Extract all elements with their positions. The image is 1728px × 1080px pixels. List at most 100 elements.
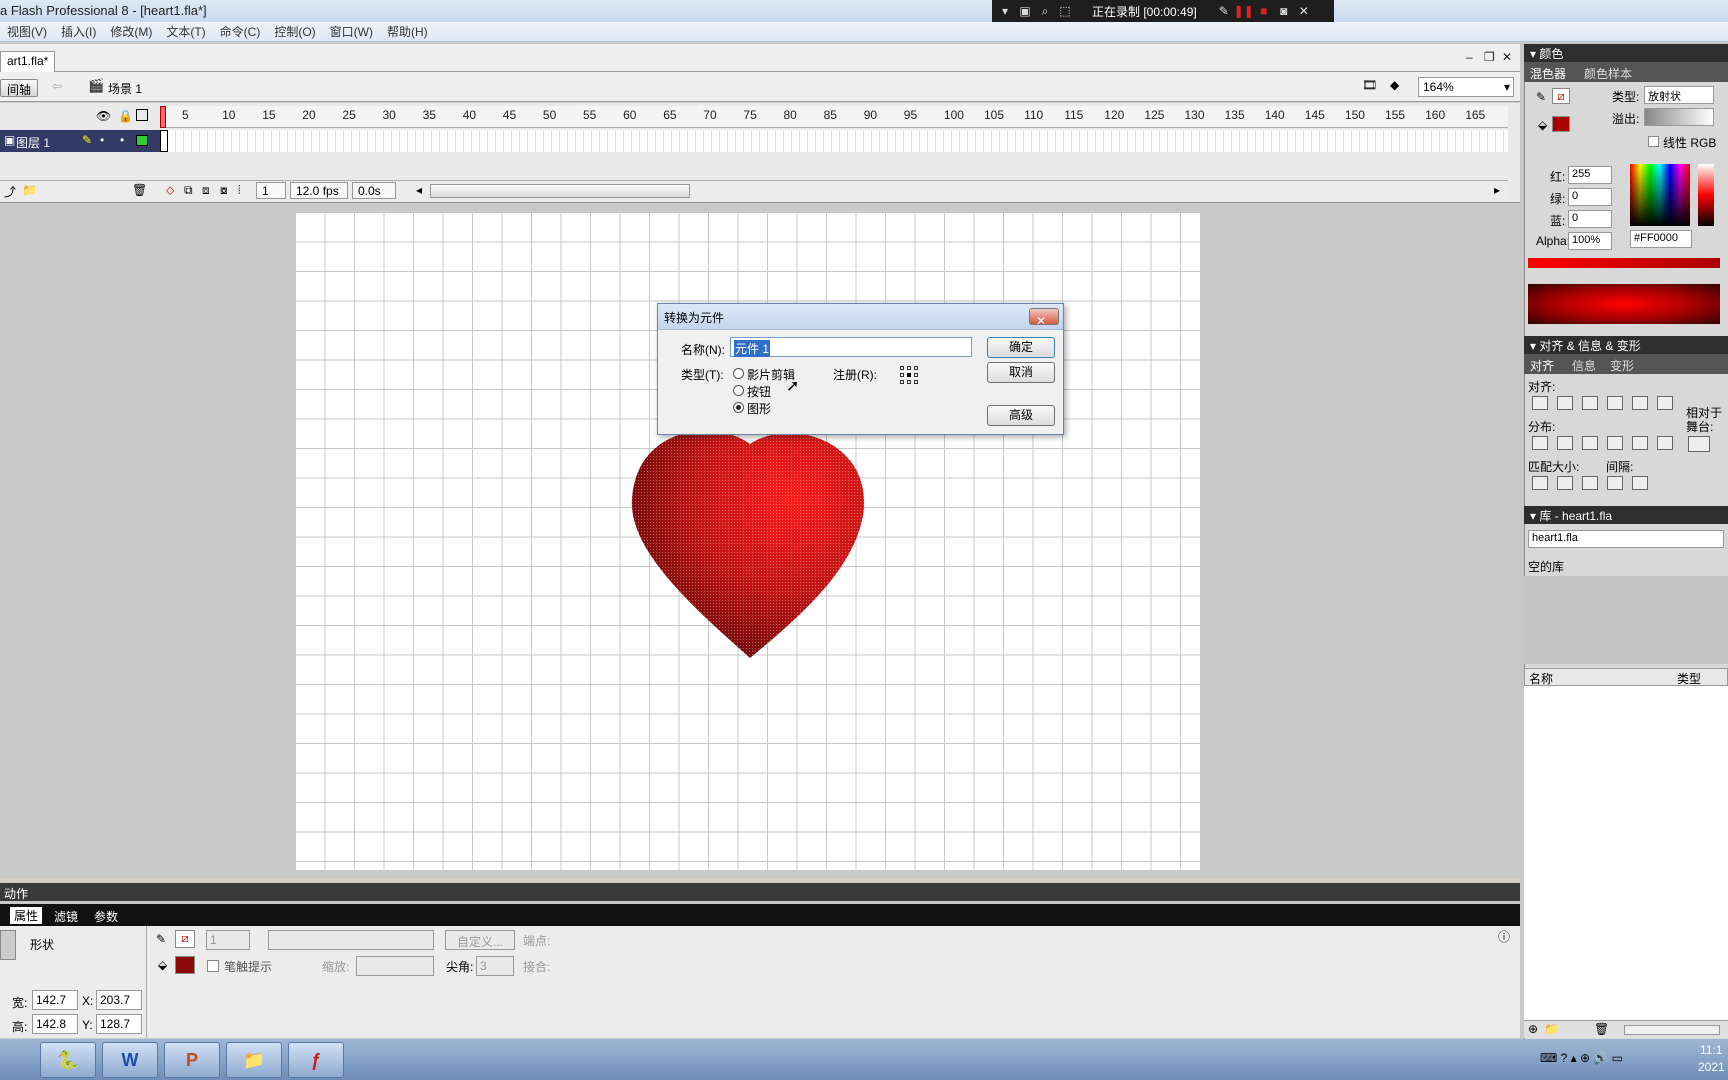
trash-icon[interactable]: 🗑 bbox=[132, 183, 147, 197]
timeline-scrollbar[interactable] bbox=[430, 184, 690, 198]
height-field[interactable]: 142.8 bbox=[32, 1014, 78, 1034]
width-field[interactable]: 142.7 bbox=[32, 990, 78, 1010]
match-width-icon[interactable] bbox=[1532, 476, 1548, 490]
tab-properties[interactable]: 属性 bbox=[10, 907, 43, 924]
onion-outline-icon[interactable]: ⧈ bbox=[202, 183, 210, 198]
add-folder-icon[interactable]: 📁 bbox=[22, 183, 37, 197]
center-frame-icon[interactable]: ⬦ bbox=[166, 183, 174, 198]
menu-commands[interactable]: 命令(C) bbox=[213, 23, 268, 40]
align-right-icon[interactable] bbox=[1582, 396, 1598, 410]
stroke-height-field[interactable]: 1 bbox=[206, 930, 250, 950]
stop-icon[interactable]: ■ bbox=[1257, 4, 1271, 18]
blue-field[interactable]: 0 bbox=[1568, 210, 1612, 228]
playhead[interactable] bbox=[160, 106, 166, 128]
layer-name[interactable]: 图层 1 bbox=[16, 134, 50, 151]
onion-markers-icon[interactable]: ⦙ bbox=[238, 183, 241, 198]
match-height-icon[interactable] bbox=[1557, 476, 1573, 490]
document-tab[interactable]: art1.fla* bbox=[0, 51, 56, 72]
menu-help[interactable]: 帮助(H) bbox=[380, 23, 435, 40]
align-bottom-icon[interactable] bbox=[1657, 396, 1673, 410]
green-field[interactable]: 0 bbox=[1568, 188, 1612, 206]
distribute-left-icon[interactable] bbox=[1607, 436, 1623, 450]
button-radio[interactable] bbox=[733, 385, 744, 396]
edit-multiple-icon[interactable]: ⧇ bbox=[220, 183, 228, 198]
scroll-right-icon[interactable]: ▸ bbox=[1494, 183, 1500, 197]
space-horizontal-icon[interactable] bbox=[1632, 476, 1648, 490]
actions-panel-header[interactable]: 动作 bbox=[0, 883, 1520, 901]
lock-dot[interactable]: • bbox=[120, 133, 124, 147]
miter-field[interactable]: 3 bbox=[476, 956, 514, 976]
taskbar-powerpoint-icon[interactable]: P bbox=[164, 1042, 220, 1078]
library-scrollbar[interactable] bbox=[1624, 1025, 1720, 1035]
pen-icon[interactable]: ✎ bbox=[1217, 4, 1231, 18]
tab-align[interactable]: 对齐 bbox=[1530, 357, 1554, 374]
tray-icons[interactable]: ⌨ ? ▴ ⊕ 🔊 ▭ bbox=[1540, 1051, 1623, 1065]
region-icon[interactable]: ⬚ bbox=[1058, 4, 1072, 18]
ok-button[interactable]: 确定 bbox=[987, 337, 1055, 358]
dropdown-icon[interactable]: ▾ bbox=[998, 4, 1012, 18]
scroll-left-icon[interactable]: ◂ bbox=[416, 183, 422, 197]
outline-icon[interactable] bbox=[136, 109, 148, 121]
align-top-icon[interactable] bbox=[1607, 396, 1623, 410]
zoom-select[interactable]: 164% ▾ bbox=[1418, 77, 1514, 97]
distribute-hcenter-icon[interactable] bbox=[1632, 436, 1648, 450]
menu-window[interactable]: 窗口(W) bbox=[323, 23, 380, 40]
tab-filters[interactable]: 滤镜 bbox=[54, 908, 78, 925]
space-vertical-icon[interactable] bbox=[1607, 476, 1623, 490]
stroke-hint-checkbox[interactable] bbox=[207, 960, 219, 972]
new-folder-icon[interactable]: 📁 bbox=[1544, 1022, 1559, 1036]
distribute-vcenter-icon[interactable] bbox=[1557, 436, 1573, 450]
stroke-style-select[interactable] bbox=[268, 930, 434, 950]
col-type[interactable]: 类型 bbox=[1677, 670, 1701, 687]
alpha-field[interactable]: 100% bbox=[1568, 232, 1612, 250]
menu-text[interactable]: 文本(T) bbox=[159, 23, 212, 40]
menu-insert[interactable]: 插入(I) bbox=[54, 23, 103, 40]
to-stage-icon[interactable] bbox=[1688, 436, 1710, 452]
distribute-right-icon[interactable] bbox=[1657, 436, 1673, 450]
scale-select[interactable] bbox=[356, 956, 434, 976]
stroke-color-swatch[interactable]: ⧄ bbox=[175, 930, 195, 948]
match-both-icon[interactable] bbox=[1582, 476, 1598, 490]
taskbar-python-icon[interactable]: 🐍 bbox=[40, 1042, 96, 1078]
cancel-button[interactable]: 取消 bbox=[987, 362, 1055, 383]
registration-grid[interactable] bbox=[900, 366, 918, 384]
align-left-icon[interactable] bbox=[1532, 396, 1548, 410]
keyframe[interactable] bbox=[160, 130, 168, 152]
dialog-close-button[interactable]: ✕ bbox=[1029, 308, 1059, 328]
frames-row[interactable] bbox=[160, 130, 1508, 152]
color-panel-header[interactable]: ▾ 颜色 bbox=[1524, 44, 1728, 62]
red-field[interactable]: 255 bbox=[1568, 166, 1612, 184]
y-field[interactable]: 128.7 bbox=[96, 1014, 142, 1034]
stroke-color-swatch[interactable]: ⧄ bbox=[1552, 88, 1570, 104]
fill-color-swatch[interactable] bbox=[1552, 116, 1570, 132]
taskbar-flash-icon[interactable]: ƒ bbox=[288, 1042, 344, 1078]
align-vcenter-icon[interactable] bbox=[1632, 396, 1648, 410]
align-hcenter-icon[interactable] bbox=[1557, 396, 1573, 410]
heart-shape[interactable] bbox=[628, 428, 868, 658]
color-spectrum[interactable] bbox=[1630, 164, 1690, 226]
edit-scene-icon[interactable]: 🎞 bbox=[1362, 78, 1377, 92]
menu-view[interactable]: 视图(V) bbox=[0, 23, 54, 40]
button-type-label[interactable]: 按钮 bbox=[747, 383, 771, 400]
graphic-radio[interactable] bbox=[733, 402, 744, 413]
tab-swatches[interactable]: 颜色样本 bbox=[1584, 65, 1632, 82]
taskbar-explorer-icon[interactable]: 📁 bbox=[226, 1042, 282, 1078]
align-panel-header[interactable]: ▾ 对齐 & 信息 & 变形 bbox=[1524, 336, 1728, 354]
visible-dot[interactable]: • bbox=[100, 133, 104, 147]
taskbar-word-icon[interactable]: W bbox=[102, 1042, 158, 1078]
zoom-icon[interactable]: ⌕ bbox=[1038, 4, 1052, 18]
pause-icon[interactable]: ❚❚ bbox=[1234, 4, 1254, 18]
x-field[interactable]: 203.7 bbox=[96, 990, 142, 1010]
movieclip-radio[interactable] bbox=[733, 368, 744, 379]
layer-color-icon[interactable] bbox=[136, 135, 148, 146]
add-layer-icon[interactable]: ⤴ bbox=[4, 183, 16, 200]
new-symbol-icon[interactable]: ⊕ bbox=[1528, 1022, 1538, 1036]
hex-field[interactable]: #FF0000 bbox=[1630, 230, 1692, 248]
fill-type-select[interactable]: 放射状 bbox=[1644, 86, 1714, 104]
brightness-slider[interactable] bbox=[1698, 164, 1714, 226]
library-list[interactable] bbox=[1524, 686, 1728, 1020]
back-arrow-icon[interactable]: ⇦ bbox=[52, 79, 62, 93]
menu-modify[interactable]: 修改(M) bbox=[103, 23, 159, 40]
lock-icon[interactable]: 🔒 bbox=[118, 109, 133, 123]
timeline-toggle-button[interactable]: 间轴 bbox=[0, 79, 39, 97]
